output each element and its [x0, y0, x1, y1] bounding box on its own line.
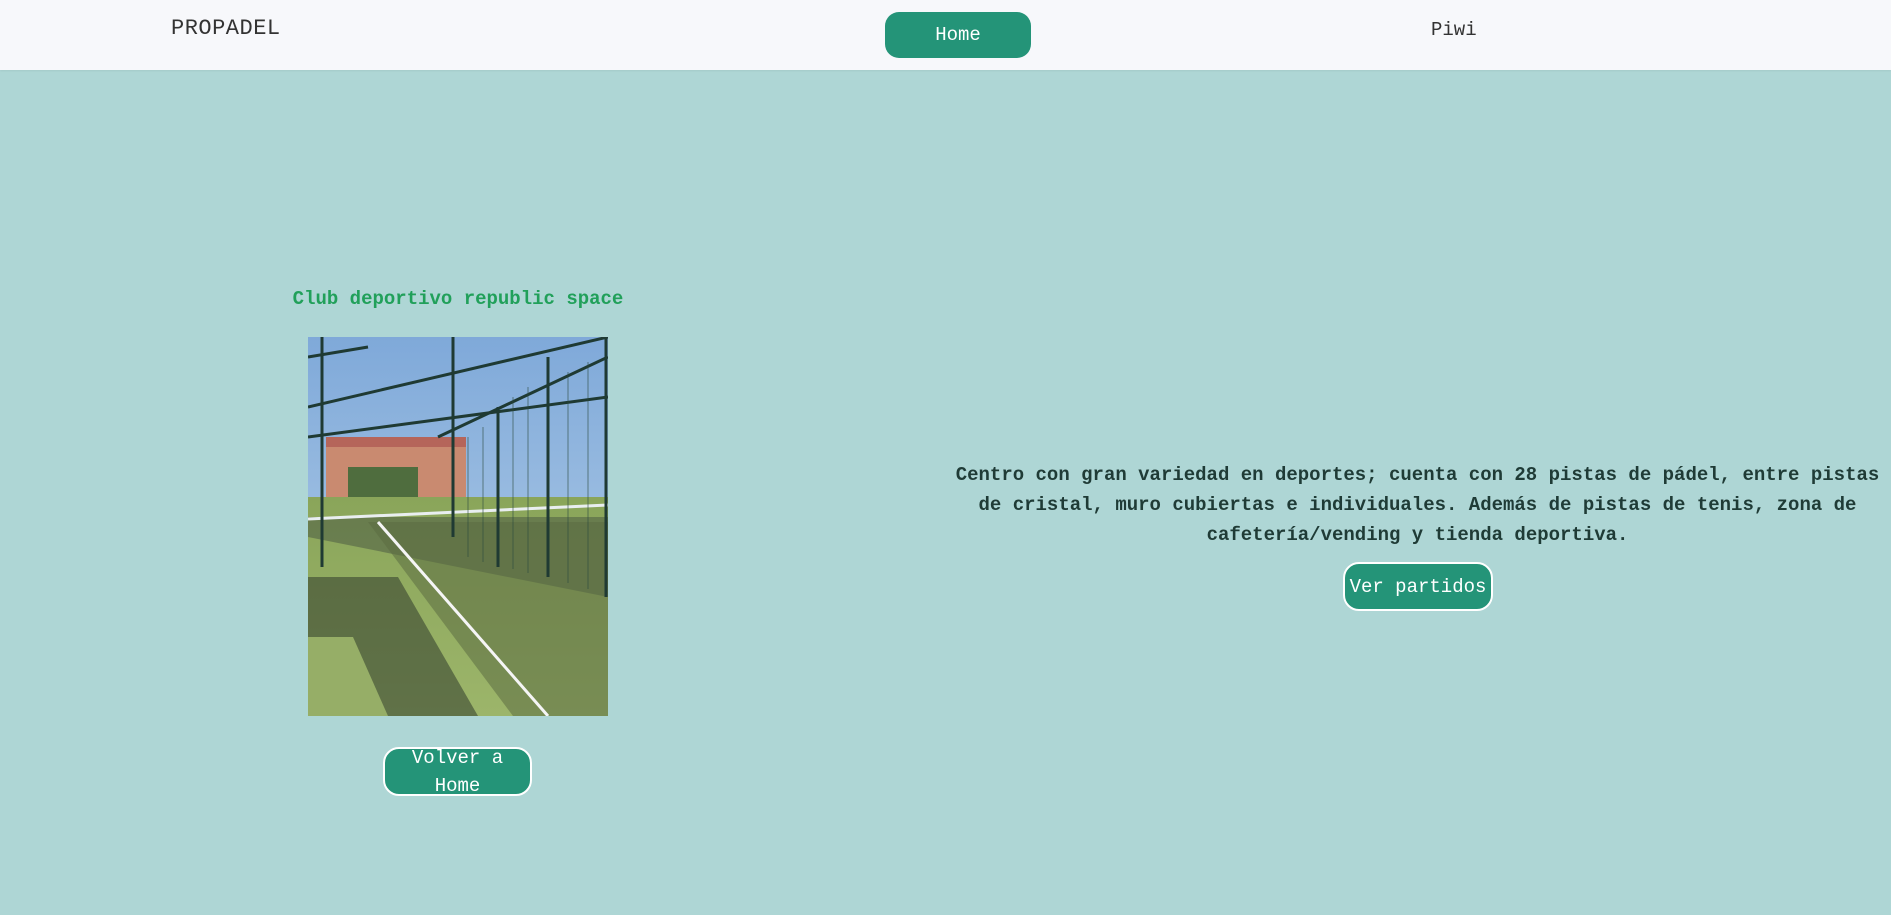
user-name-link[interactable]: Piwi — [1431, 19, 1477, 41]
padel-court-photo — [308, 337, 608, 716]
top-navbar: PROPADEL Home Piwi — [0, 0, 1891, 70]
brand-logo[interactable]: PROPADEL — [171, 16, 281, 41]
home-nav-button[interactable]: Home — [885, 12, 1031, 58]
view-matches-button[interactable]: Ver partidos — [1343, 562, 1493, 611]
club-title: Club deportivo republic space — [292, 288, 624, 310]
back-home-button[interactable]: Volver a Home — [383, 747, 532, 797]
club-description: Centro con gran variedad en deportes; cu… — [955, 464, 1880, 546]
